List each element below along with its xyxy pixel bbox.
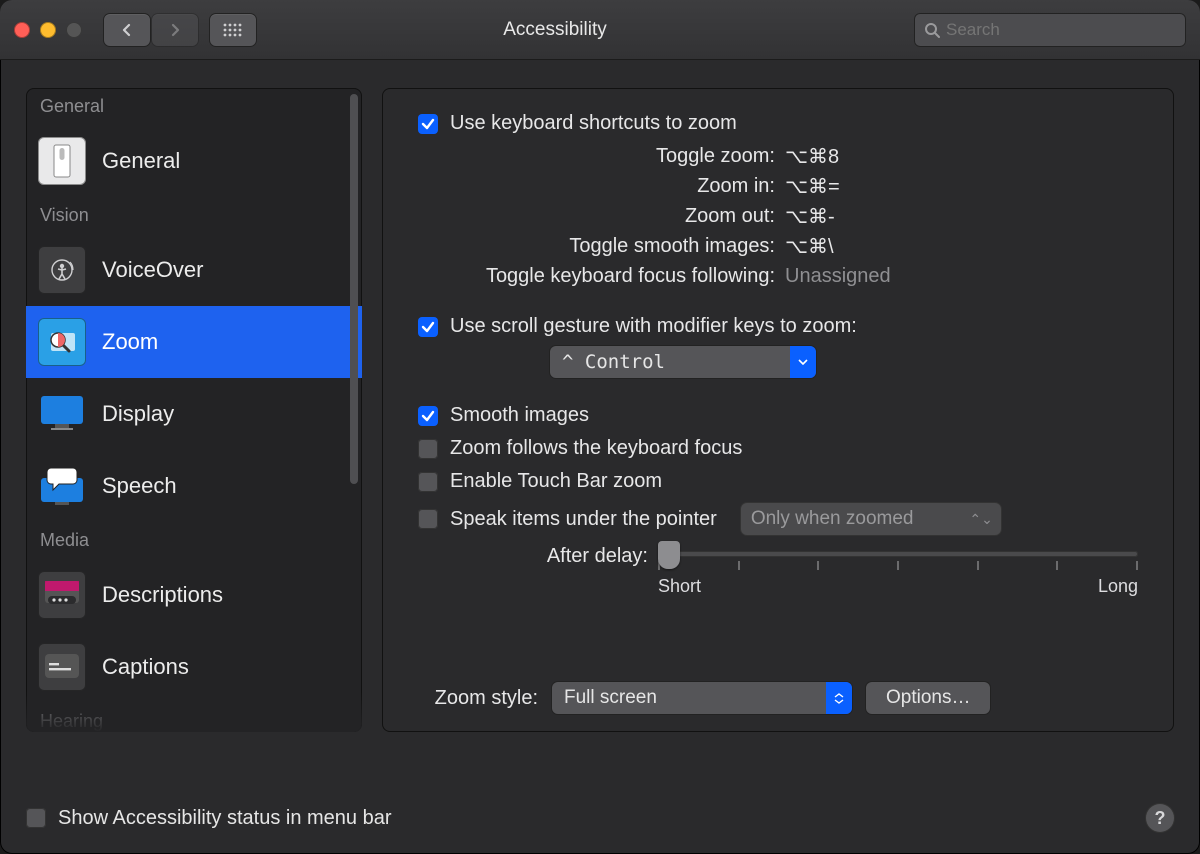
shortcut-label: Toggle smooth images: xyxy=(450,235,785,258)
after-delay-label: After delay: xyxy=(418,543,658,568)
descriptions-icon xyxy=(38,571,86,619)
general-icon xyxy=(38,137,86,185)
speak-mode-select: Only when zoomed ⌃⌄ xyxy=(741,503,1001,535)
shortcut-label: Zoom in: xyxy=(450,175,785,198)
sidebar-item-voiceover[interactable]: VoiceOver xyxy=(26,234,362,306)
checkbox-icon xyxy=(418,472,438,492)
sidebar-item-descriptions[interactable]: Descriptions xyxy=(26,559,362,631)
slider-max-label: Long xyxy=(1098,576,1138,597)
checkbox-label: Use keyboard shortcuts to zoom xyxy=(450,112,737,135)
checkbox-icon xyxy=(418,509,438,529)
enable-touchbar-zoom-checkbox[interactable]: Enable Touch Bar zoom xyxy=(418,470,1138,493)
forward-button[interactable] xyxy=(152,14,198,46)
smooth-images-checkbox[interactable]: Smooth images xyxy=(418,404,1138,427)
shortcut-label: Toggle keyboard focus following: xyxy=(450,265,785,288)
shortcut-label: Zoom out: xyxy=(450,205,785,228)
sidebar-item-label: Speech xyxy=(102,473,177,499)
shortcut-value: Unassigned xyxy=(785,265,891,288)
slider-min-label: Short xyxy=(658,576,701,597)
checkbox-label: Enable Touch Bar zoom xyxy=(450,470,662,493)
sidebar-item-label: VoiceOver xyxy=(102,257,204,283)
shortcut-value: ⌥⌘= xyxy=(785,174,840,199)
checkbox-label: Smooth images xyxy=(450,404,589,427)
search-input[interactable] xyxy=(946,20,1176,40)
shortcut-value: ⌥⌘\ xyxy=(785,234,834,259)
select-value: ^ Control xyxy=(562,351,665,373)
zoom-follows-focus-checkbox[interactable]: Zoom follows the keyboard focus xyxy=(418,437,1138,460)
use-keyboard-shortcuts-checkbox[interactable]: Use keyboard shortcuts to zoom xyxy=(418,112,1138,135)
checkbox-icon xyxy=(418,317,438,337)
chevron-updown-icon: ⌃⌄ xyxy=(969,511,992,528)
checkbox-icon xyxy=(418,114,438,134)
sidebar-item-label: Captions xyxy=(102,654,189,680)
shortcut-value: ⌥⌘- xyxy=(785,204,835,229)
sidebar-item-label: Zoom xyxy=(102,329,158,355)
options-button[interactable]: Options… xyxy=(866,682,990,714)
close-window-button[interactable] xyxy=(14,22,30,38)
zoom-icon xyxy=(38,318,86,366)
sidebar-item-label: Display xyxy=(102,401,174,427)
sidebar-item-zoom[interactable]: Zoom xyxy=(26,306,362,378)
sidebar-item-general[interactable]: General xyxy=(26,125,362,197)
search-field[interactable] xyxy=(914,13,1186,47)
checkbox-label: Zoom follows the keyboard focus xyxy=(450,437,742,460)
captions-icon xyxy=(38,643,86,691)
zoom-style-label: Zoom style: xyxy=(418,687,538,710)
sidebar-section-general: General xyxy=(26,88,362,125)
sidebar: General General Vision VoiceOver Zoom xyxy=(26,88,362,732)
sidebar-section-media: Media xyxy=(26,522,362,559)
zoom-window-button[interactable] xyxy=(66,22,82,38)
sidebar-item-display[interactable]: Display xyxy=(26,378,362,450)
sidebar-item-label: General xyxy=(102,148,180,174)
select-value: Full screen xyxy=(564,687,657,709)
shortcut-label: Toggle zoom: xyxy=(450,145,785,168)
scroll-gesture-checkbox[interactable]: Use scroll gesture with modifier keys to… xyxy=(418,315,1138,338)
checkbox-icon xyxy=(418,406,438,426)
modifier-key-select[interactable]: ^ Control xyxy=(550,346,816,378)
chevron-updown-icon xyxy=(826,682,852,714)
settings-panel: Use keyboard shortcuts to zoom Toggle zo… xyxy=(382,88,1174,732)
slider-thumb[interactable] xyxy=(658,541,680,569)
sidebar-scrollbar[interactable] xyxy=(350,94,358,484)
window-title: Accessibility xyxy=(196,19,914,41)
select-value: Only when zoomed xyxy=(751,508,914,530)
show-status-menubar-checkbox[interactable]: Show Accessibility status in menu bar xyxy=(26,807,392,830)
chevron-down-icon xyxy=(790,346,816,378)
checkbox-icon xyxy=(26,808,46,828)
footer: Show Accessibility status in menu bar ? xyxy=(0,782,1200,854)
zoom-style-select[interactable]: Full screen xyxy=(552,682,852,714)
checkbox-icon xyxy=(418,439,438,459)
speak-under-pointer-checkbox[interactable]: Speak items under the pointer Only when … xyxy=(418,503,1138,535)
after-delay-slider[interactable]: Short Long xyxy=(658,543,1138,597)
checkbox-label: Use scroll gesture with modifier keys to… xyxy=(450,315,857,338)
sidebar-item-speech[interactable]: Speech xyxy=(26,450,362,522)
back-button[interactable] xyxy=(104,14,150,46)
minimize-window-button[interactable] xyxy=(40,22,56,38)
sidebar-section-vision: Vision xyxy=(26,197,362,234)
checkbox-label: Speak items under the pointer xyxy=(450,508,717,531)
shortcut-value: ⌥⌘8 xyxy=(785,144,839,169)
help-button[interactable]: ? xyxy=(1146,804,1174,832)
display-icon xyxy=(38,390,86,438)
voiceover-icon xyxy=(38,246,86,294)
sidebar-item-label: Descriptions xyxy=(102,582,223,608)
speech-icon xyxy=(38,462,86,510)
checkbox-label: Show Accessibility status in menu bar xyxy=(58,807,392,830)
window-controls xyxy=(14,22,82,38)
titlebar: Accessibility xyxy=(0,0,1200,60)
